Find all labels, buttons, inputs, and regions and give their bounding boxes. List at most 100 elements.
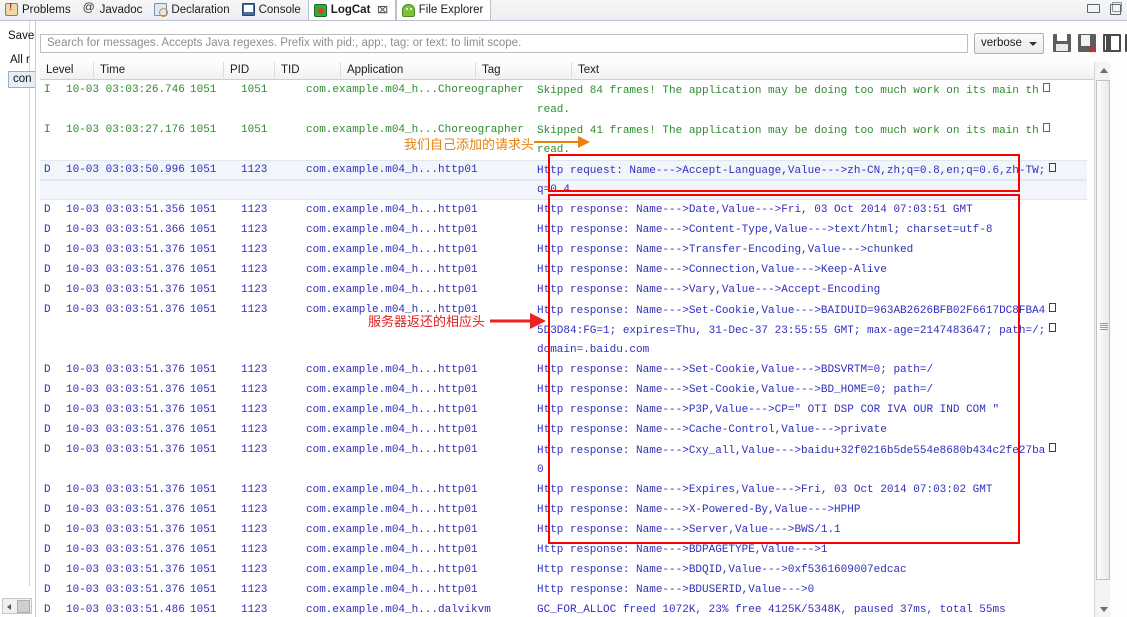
cell-application: com.example.m04_h... bbox=[306, 504, 438, 516]
cell-text: Http response: Name--->Cache-Control,Val… bbox=[537, 424, 887, 436]
column-header-time[interactable]: Time bbox=[94, 61, 224, 80]
cell-pid: 1051 bbox=[190, 264, 217, 276]
log-rows[interactable]: I 10-03 03:03:26.746 1051 1051 com.example.m… bbox=[40, 80, 1087, 617]
cell-time: 10-03 03:03:50.996 bbox=[66, 164, 185, 176]
table-row[interactable]: D 10-03 03:03:51.376 1051 1123 com.example.m… bbox=[40, 560, 1087, 580]
scroll-up-icon[interactable] bbox=[1095, 62, 1111, 78]
logcat-icon bbox=[313, 3, 327, 17]
cell-time: 10-03 03:03:51.376 bbox=[66, 504, 185, 516]
cell-level: D bbox=[44, 304, 51, 316]
request-annotation-arrow bbox=[534, 136, 590, 148]
table-row[interactable]: D 10-03 03:03:51.376 1051 1123 com.example.m… bbox=[40, 280, 1087, 300]
cell-time: 10-03 03:03:51.376 bbox=[66, 564, 185, 576]
table-header: Level Time PID TID Application Tag Text bbox=[40, 61, 1110, 80]
cell-tag: http01 bbox=[438, 504, 478, 516]
scroll-left-icon[interactable] bbox=[3, 600, 16, 613]
cell-pid: 1051 bbox=[190, 284, 217, 296]
table-row[interactable]: D 10-03 03:03:51.356 1051 1123 com.example.m… bbox=[40, 200, 1087, 220]
table-row[interactable]: D 10-03 03:03:51.376 1051 1123 com.example.m… bbox=[40, 240, 1087, 260]
cell-tid: 1123 bbox=[241, 524, 268, 536]
table-row-continuation: q=0.4 bbox=[40, 180, 1087, 200]
cell-application: com.example.m04_h... bbox=[306, 404, 438, 416]
tab-logcat[interactable]: LogCat ⌧ bbox=[307, 0, 396, 20]
cell-tag: http01 bbox=[438, 384, 478, 396]
column-header-text[interactable]: Text bbox=[572, 61, 1110, 80]
table-row[interactable]: D 10-03 03:03:51.376 1051 1123 com.example.m… bbox=[40, 540, 1087, 560]
table-row[interactable]: D 10-03 03:03:51.376 1051 1123 com.example.m… bbox=[40, 380, 1087, 400]
cell-time: 10-03 03:03:51.376 bbox=[66, 404, 185, 416]
vertical-scrollbar[interactable] bbox=[1094, 62, 1110, 617]
console-icon bbox=[241, 3, 255, 16]
cell-time: 10-03 03:03:51.376 bbox=[66, 284, 185, 296]
minimize-icon[interactable] bbox=[1086, 3, 1100, 14]
table-row[interactable]: D 10-03 03:03:51.366 1051 1123 com.example.m… bbox=[40, 220, 1087, 240]
save-filter-button[interactable]: Save bbox=[8, 30, 34, 42]
table-row[interactable]: D 10-03 03:03:51.376 1051 1123 com.example.m… bbox=[40, 440, 1087, 460]
cell-tag: http01 bbox=[438, 364, 478, 376]
table-row[interactable]: D 10-03 03:03:50.996 1051 1123 com.example.m… bbox=[40, 160, 1087, 180]
table-row[interactable]: D 10-03 03:03:51.376 1051 1123 com.example.m… bbox=[40, 260, 1087, 280]
cell-tid: 1123 bbox=[241, 444, 268, 456]
cell-application: com.example.m04_h... bbox=[306, 564, 438, 576]
cell-level: D bbox=[44, 244, 51, 256]
filter-list-item[interactable]: con bbox=[8, 71, 35, 88]
save-and-clear-icon[interactable] bbox=[1078, 34, 1097, 56]
column-header-pid[interactable]: PID bbox=[224, 61, 275, 80]
cell-level: D bbox=[44, 484, 51, 496]
column-header-application[interactable]: Application bbox=[341, 61, 476, 80]
tab-file-explorer[interactable]: File Explorer bbox=[395, 0, 492, 20]
cell-tag: Choreographer bbox=[438, 84, 524, 96]
table-row[interactable]: D 10-03 03:03:51.376 1051 1123 com.example.m… bbox=[40, 480, 1087, 500]
table-row[interactable]: D 10-03 03:03:51.376 1051 1123 com.example.m… bbox=[40, 300, 1087, 320]
cell-level: D bbox=[44, 264, 51, 276]
log-level-select[interactable]: verbose bbox=[974, 33, 1044, 54]
close-icon[interactable]: ⌧ bbox=[377, 5, 387, 16]
cell-application: com.example.m04_h... bbox=[306, 584, 438, 596]
cell-pid: 1051 bbox=[190, 304, 217, 316]
tab-label: Javadoc bbox=[99, 3, 143, 16]
cell-time: 10-03 03:03:27.176 bbox=[66, 124, 185, 136]
save-icon[interactable] bbox=[1053, 34, 1071, 52]
table-row[interactable]: D 10-03 03:03:51.486 1051 1123 com.example.m… bbox=[40, 600, 1087, 617]
cell-tid: 1123 bbox=[241, 304, 268, 316]
cell-tid: 1123 bbox=[241, 224, 268, 236]
search-input[interactable]: Search for messages. Accepts Java regexe… bbox=[40, 34, 968, 53]
response-annotation-arrow bbox=[490, 313, 546, 329]
maximize-icon[interactable] bbox=[1108, 2, 1122, 15]
scroll-thumb[interactable] bbox=[1096, 80, 1110, 580]
table-row[interactable]: D 10-03 03:03:51.376 1051 1123 com.example.m… bbox=[40, 500, 1087, 520]
cell-tid: 1123 bbox=[241, 164, 268, 176]
cell-level: D bbox=[44, 584, 51, 596]
tab-javadoc[interactable]: Javadoc bbox=[78, 0, 150, 20]
table-row[interactable]: D 10-03 03:03:51.376 1051 1123 com.example.m… bbox=[40, 420, 1087, 440]
cell-pid: 1051 bbox=[190, 404, 217, 416]
line-wrap-marker-icon bbox=[1049, 163, 1057, 172]
tab-declaration[interactable]: Declaration bbox=[149, 0, 236, 20]
cell-level: D bbox=[44, 204, 51, 216]
table-row[interactable]: D 10-03 03:03:51.376 1051 1123 com.example.m… bbox=[40, 360, 1087, 380]
column-header-tid[interactable]: TID bbox=[275, 61, 341, 80]
line-wrap-marker-icon bbox=[1049, 323, 1057, 332]
scroll-thumb[interactable] bbox=[17, 599, 30, 613]
scroll-down-icon[interactable] bbox=[1095, 601, 1111, 617]
cell-level: I bbox=[44, 124, 51, 136]
all-messages-filter[interactable]: All r bbox=[10, 54, 30, 66]
table-row[interactable]: D 10-03 03:03:51.376 1051 1123 com.example.m… bbox=[40, 580, 1087, 600]
problems-icon bbox=[5, 2, 18, 16]
line-wrap-marker-icon bbox=[1049, 443, 1057, 452]
tab-problems[interactable]: Problems bbox=[0, 0, 78, 20]
cell-tag: dalvikvm bbox=[438, 604, 491, 616]
column-header-tag[interactable]: Tag bbox=[476, 61, 572, 80]
table-row[interactable]: D 10-03 03:03:51.376 1051 1123 com.example.m… bbox=[40, 520, 1087, 540]
cell-time: 10-03 03:03:51.376 bbox=[66, 364, 185, 376]
horizontal-scrollbar[interactable] bbox=[2, 598, 32, 614]
logcat-toolbar: Search for messages. Accepts Java regexe… bbox=[40, 30, 1127, 56]
tab-console[interactable]: Console bbox=[237, 0, 308, 20]
cell-level: D bbox=[44, 444, 51, 456]
table-row[interactable]: D 10-03 03:03:51.376 1051 1123 com.example.m… bbox=[40, 400, 1087, 420]
cell-tid: 1123 bbox=[241, 504, 268, 516]
display-options-icon[interactable] bbox=[1103, 34, 1121, 52]
column-header-level[interactable]: Level bbox=[40, 61, 94, 80]
table-row[interactable]: I 10-03 03:03:26.746 1051 1051 com.example.m… bbox=[40, 80, 1087, 100]
window-controls bbox=[1086, 2, 1122, 15]
